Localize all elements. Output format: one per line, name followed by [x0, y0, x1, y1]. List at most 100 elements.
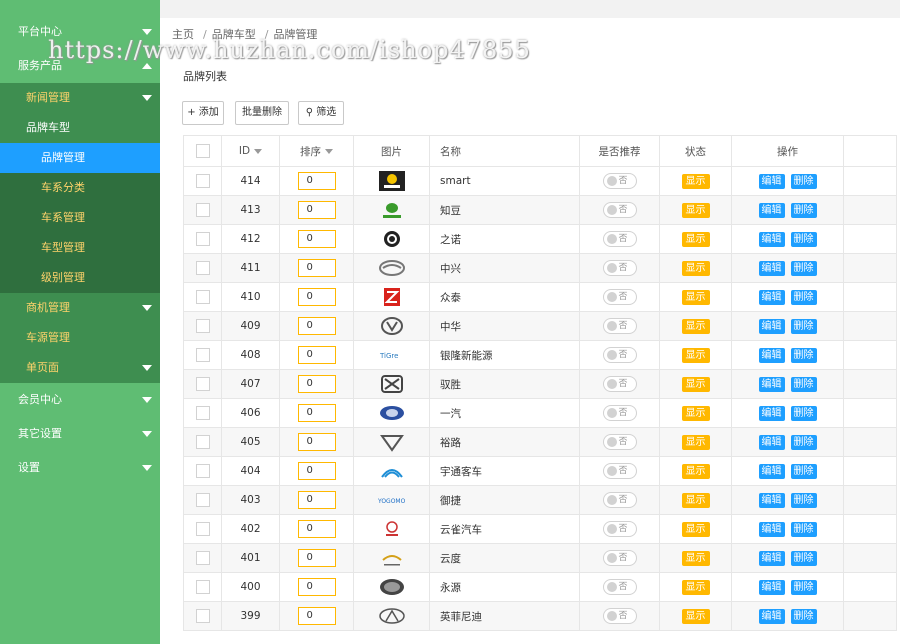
recommend-toggle[interactable]: 否 [602, 579, 637, 595]
sort-icon[interactable] [325, 149, 333, 154]
recommend-toggle[interactable]: 否 [602, 347, 637, 363]
sort-input[interactable]: 0 [297, 578, 336, 596]
edit-button[interactable]: 编辑 [758, 608, 785, 624]
delete-button[interactable]: 删除 [790, 521, 817, 537]
batch-delete-button[interactable]: 批量删除 [235, 101, 289, 125]
row-checkbox[interactable] [195, 319, 210, 333]
status-badge[interactable]: 显示 [681, 521, 710, 537]
recommend-toggle[interactable]: 否 [602, 318, 637, 334]
row-checkbox[interactable] [195, 522, 210, 536]
status-badge[interactable]: 显示 [681, 405, 710, 421]
recommend-toggle[interactable]: 否 [602, 434, 637, 450]
sort-input[interactable]: 0 [297, 462, 336, 480]
row-checkbox[interactable] [195, 551, 210, 565]
delete-button[interactable]: 删除 [790, 260, 817, 276]
edit-button[interactable]: 编辑 [758, 492, 785, 508]
status-badge[interactable]: 显示 [681, 579, 710, 595]
delete-button[interactable]: 删除 [790, 608, 817, 624]
status-badge[interactable]: 显示 [681, 289, 710, 305]
row-checkbox[interactable] [195, 348, 210, 362]
row-checkbox[interactable] [195, 232, 210, 246]
status-badge[interactable]: 显示 [681, 347, 710, 363]
sort-input[interactable]: 0 [297, 491, 336, 509]
menu-other-settings[interactable]: 其它设置 [0, 417, 160, 451]
edit-button[interactable]: 编辑 [758, 318, 785, 334]
menu-brand-manage[interactable]: 品牌管理 [0, 143, 160, 173]
menu-service-products[interactable]: 服务产品 [0, 49, 160, 83]
filter-button[interactable]: ⚲ 筛选 [298, 101, 344, 125]
row-checkbox[interactable] [195, 435, 210, 449]
add-button[interactable]: + 添加 [182, 101, 224, 125]
recommend-toggle[interactable]: 否 [602, 376, 637, 392]
edit-button[interactable]: 编辑 [758, 434, 785, 450]
sort-icon[interactable] [254, 148, 263, 154]
delete-button[interactable]: 删除 [790, 231, 817, 247]
row-checkbox[interactable] [195, 377, 210, 391]
status-badge[interactable]: 显示 [681, 260, 710, 276]
header-id[interactable]: ID [221, 135, 280, 167]
menu-member-center[interactable]: 会员中心 [0, 383, 160, 417]
sort-input[interactable]: 0 [297, 201, 336, 219]
sort-input[interactable]: 0 [297, 404, 336, 422]
recommend-toggle[interactable]: 否 [602, 405, 637, 421]
recommend-toggle[interactable]: 否 [602, 608, 637, 624]
status-badge[interactable]: 显示 [681, 434, 710, 450]
sort-input[interactable]: 0 [297, 607, 336, 625]
delete-button[interactable]: 删除 [790, 492, 817, 508]
status-badge[interactable]: 显示 [681, 231, 710, 247]
recommend-toggle[interactable]: 否 [602, 463, 637, 479]
menu-car-source[interactable]: 车源管理 [0, 323, 160, 353]
row-checkbox[interactable] [195, 493, 210, 507]
status-badge[interactable]: 显示 [681, 318, 710, 334]
row-checkbox[interactable] [195, 406, 210, 420]
delete-button[interactable]: 删除 [790, 376, 817, 392]
edit-button[interactable]: 编辑 [758, 376, 785, 392]
row-checkbox[interactable] [195, 203, 210, 217]
status-badge[interactable]: 显示 [681, 202, 710, 218]
sort-input[interactable]: 0 [297, 549, 336, 567]
menu-business[interactable]: 商机管理 [0, 293, 160, 323]
sort-input[interactable]: 0 [297, 288, 336, 306]
edit-button[interactable]: 编辑 [758, 463, 785, 479]
delete-button[interactable]: 删除 [790, 318, 817, 334]
delete-button[interactable]: 删除 [790, 405, 817, 421]
sort-input[interactable]: 0 [297, 520, 336, 538]
status-badge[interactable]: 显示 [681, 608, 710, 624]
status-badge[interactable]: 显示 [681, 550, 710, 566]
delete-button[interactable]: 删除 [790, 550, 817, 566]
edit-button[interactable]: 编辑 [758, 521, 785, 537]
edit-button[interactable]: 编辑 [758, 289, 785, 305]
menu-news[interactable]: 新闻管理 [0, 83, 160, 113]
delete-button[interactable]: 删除 [790, 202, 817, 218]
header-select-all[interactable] [183, 135, 222, 167]
row-checkbox[interactable] [195, 580, 210, 594]
delete-button[interactable]: 删除 [790, 173, 817, 189]
sort-input[interactable]: 0 [297, 172, 336, 190]
sort-input[interactable]: 0 [297, 230, 336, 248]
delete-button[interactable]: 删除 [790, 463, 817, 479]
delete-button[interactable]: 删除 [790, 434, 817, 450]
recommend-toggle[interactable]: 否 [602, 173, 637, 189]
delete-button[interactable]: 删除 [790, 347, 817, 363]
row-checkbox[interactable] [195, 464, 210, 478]
status-badge[interactable]: 显示 [681, 376, 710, 392]
menu-series-manage[interactable]: 车系管理 [0, 203, 160, 233]
breadcrumb-home[interactable]: 主页 [172, 28, 194, 41]
sort-input[interactable]: 0 [297, 346, 336, 364]
status-badge[interactable]: 显示 [681, 173, 710, 189]
edit-button[interactable]: 编辑 [758, 579, 785, 595]
recommend-toggle[interactable]: 否 [602, 492, 637, 508]
sort-input[interactable]: 0 [297, 433, 336, 451]
recommend-toggle[interactable]: 否 [602, 231, 637, 247]
edit-button[interactable]: 编辑 [758, 347, 785, 363]
sort-input[interactable]: 0 [297, 375, 336, 393]
menu-model-manage[interactable]: 车型管理 [0, 233, 160, 263]
select-all-checkbox[interactable] [195, 144, 210, 158]
recommend-toggle[interactable]: 否 [602, 289, 637, 305]
row-checkbox[interactable] [195, 609, 210, 623]
recommend-toggle[interactable]: 否 [602, 521, 637, 537]
header-sort[interactable]: 排序 [279, 135, 354, 167]
menu-level-manage[interactable]: 级别管理 [0, 263, 160, 293]
sort-input[interactable]: 0 [297, 317, 336, 335]
edit-button[interactable]: 编辑 [758, 405, 785, 421]
